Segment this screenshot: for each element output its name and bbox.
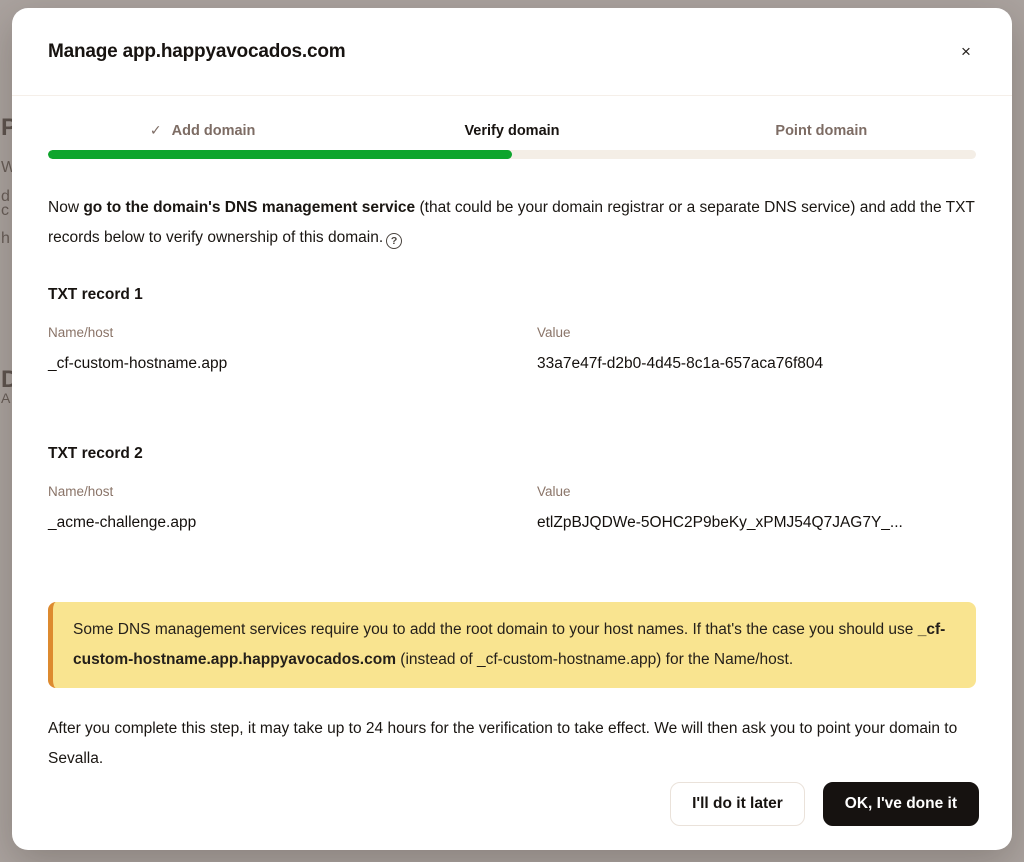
step-label: Verify domain (464, 123, 559, 139)
value-label: Value (537, 325, 976, 340)
help-icon[interactable]: ? (386, 233, 402, 249)
intro-prefix: Now (48, 199, 83, 216)
step-label: Add domain (172, 123, 256, 139)
txt-record-2-name: _acme-challenge.app (48, 514, 537, 532)
txt-record-1-name: _cf-custom-hostname.app (48, 355, 537, 373)
dns-root-domain-warning: Some DNS management services require you… (48, 602, 976, 688)
txt-record-2-values: _acme-challenge.app etlZpBJQDWe-5OHC2P9b… (48, 514, 976, 532)
txt-record-1-labels: Name/host Value (48, 325, 976, 340)
close-icon[interactable]: × (948, 34, 984, 70)
do-it-later-button[interactable]: I'll do it later (670, 782, 805, 826)
txt-record-2-value: etlZpBJQDWe-5OHC2P9beKy_xPMJ54Q7JAG7Y_..… (537, 514, 976, 532)
progress-bar-fill (48, 150, 512, 159)
ok-done-button[interactable]: OK, I've done it (823, 782, 979, 826)
name-host-label: Name/host (48, 484, 537, 499)
step-point-domain[interactable]: Point domain (667, 122, 976, 139)
progress-bar (48, 150, 976, 159)
verification-time-note: After you complete this step, it may tak… (48, 714, 976, 774)
step-verify-domain[interactable]: Verify domain (357, 122, 666, 139)
step-add-domain[interactable]: ✓ Add domain (48, 122, 357, 139)
txt-record-1-values: _cf-custom-hostname.app 33a7e47f-d2b0-4d… (48, 355, 976, 373)
name-host-label: Name/host (48, 325, 537, 340)
modal-title: Manage app.happyavocados.com (48, 41, 345, 63)
value-label: Value (537, 484, 976, 499)
backdrop-text-fragment: c (1, 203, 9, 219)
txt-record-2-title: TXT record 2 (48, 445, 976, 463)
check-icon: ✓ (150, 122, 162, 139)
backdrop-text-fragment: A (1, 391, 10, 405)
wizard-stepper: ✓ Add domain Verify domain Point domain (48, 122, 976, 139)
txt-record-1-value: 33a7e47f-d2b0-4d45-8c1a-657aca76f804 (537, 355, 976, 373)
modal-actions: I'll do it later OK, I've done it (12, 782, 1012, 850)
txt-record-2-labels: Name/host Value (48, 484, 976, 499)
step-label: Point domain (775, 123, 867, 139)
modal-body: ✓ Add domain Verify domain Point domain … (12, 96, 1012, 782)
txt-record-1: TXT record 1 Name/host Value _cf-custom-… (48, 286, 976, 373)
backdrop-text-fragment: h (1, 231, 10, 247)
txt-record-2: TXT record 2 Name/host Value _acme-chall… (48, 445, 976, 532)
warning-part1: Some DNS management services require you… (73, 621, 918, 638)
warning-part2: (instead of _cf-custom-hostname.app) for… (396, 651, 793, 668)
manage-domain-modal: Manage app.happyavocados.com × ✓ Add dom… (12, 8, 1012, 850)
txt-record-1-title: TXT record 1 (48, 286, 976, 304)
modal-header: Manage app.happyavocados.com × (12, 8, 1012, 96)
intro-bold: go to the domain's DNS management servic… (83, 199, 415, 216)
intro-paragraph: Now go to the domain's DNS management se… (48, 193, 976, 253)
